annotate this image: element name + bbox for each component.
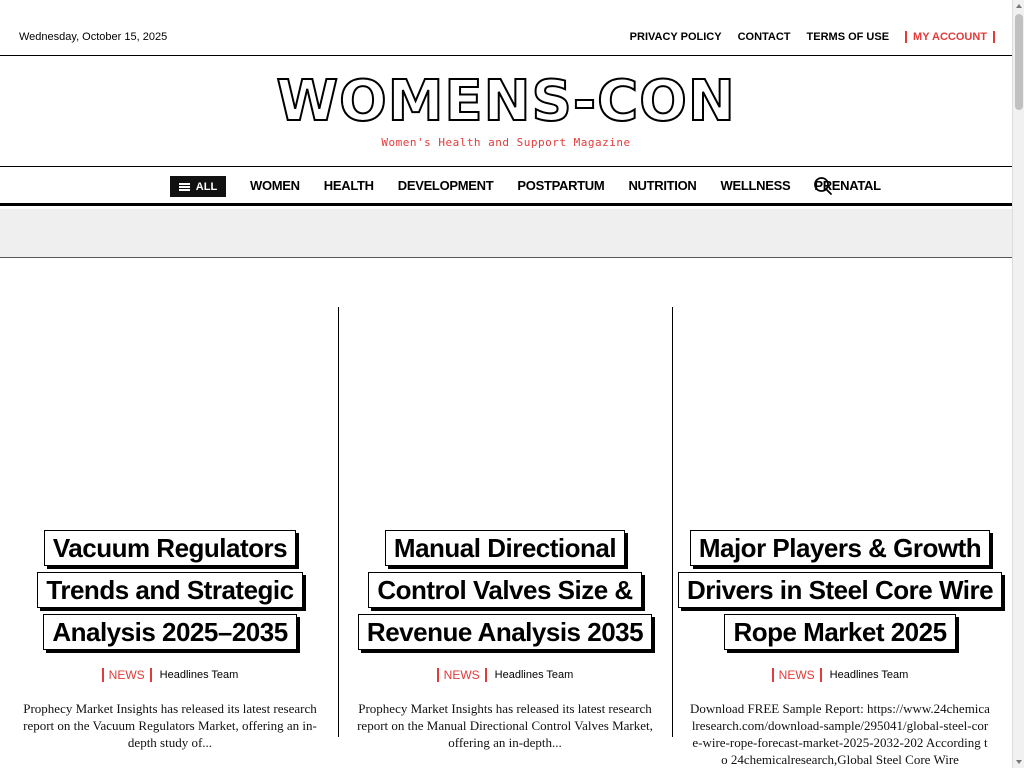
site-tagline: Women's Health and Support Magazine [381, 136, 631, 149]
column-divider [338, 307, 339, 737]
ad-banner [0, 209, 1012, 258]
article-title[interactable]: Major Players & Growth Drivers in Steel … [677, 530, 1003, 656]
all-menu-label: ALL [195, 180, 218, 193]
all-menu-button[interactable]: ALL [170, 176, 226, 197]
article-title[interactable]: Vacuum Regulators Trends and Strategic A… [20, 530, 320, 656]
article-excerpt: Download FREE Sample Report: https://www… [690, 701, 990, 767]
article-title-line: Control Valves Size & [368, 572, 642, 608]
scroll-up-icon[interactable] [1016, 4, 1022, 8]
article-card: Manual Directional Control Valves Size &… [355, 530, 655, 751]
site-logo[interactable]: WOMENS-CON [0, 71, 1012, 133]
hamburger-icon [178, 182, 190, 191]
nav-item-postpartum[interactable]: POSTPARTUM [517, 178, 604, 193]
category-badge[interactable]: NEWS [101, 668, 152, 682]
search-icon[interactable] [813, 176, 833, 196]
contact-link[interactable]: CONTACT [738, 31, 791, 43]
article-title[interactable]: Manual Directional Control Valves Size &… [355, 530, 655, 656]
article-title-line: Manual Directional [384, 530, 626, 566]
top-bar: Wednesday, October 15, 2025 PRIVACY POLI… [0, 0, 1012, 56]
scrollbar-thumb[interactable] [1015, 14, 1023, 110]
article-meta: NEWS Headlines Team [355, 668, 655, 682]
category-badge[interactable]: NEWS [771, 668, 822, 682]
column-divider [672, 307, 673, 737]
masthead: WOMENS-CON Women's Health and Support Ma… [0, 56, 1012, 167]
article-title-line: Analysis 2025–2035 [43, 614, 297, 650]
nav-item-development[interactable]: DEVELOPMENT [398, 178, 494, 193]
nav-item-wellness[interactable]: WELLNESS [721, 178, 791, 193]
scroll-down-icon[interactable] [1016, 760, 1022, 764]
nav-item-women[interactable]: WOMEN [250, 178, 300, 193]
article-title-line: Trends and Strategic [37, 572, 303, 608]
current-date: Wednesday, October 15, 2025 [19, 31, 168, 43]
article-excerpt: Prophecy Market Insights has released it… [23, 701, 317, 750]
page-scrollbar[interactable] [1012, 0, 1024, 768]
my-account-link[interactable]: MY ACCOUNT [905, 31, 995, 43]
nav-items: WOMEN HEALTH DEVELOPMENT POSTPARTUM NUTR… [250, 178, 905, 193]
article-title-line: Revenue Analysis 2035 [357, 614, 653, 650]
top-links: PRIVACY POLICY CONTACT TERMS OF USE MY A… [614, 31, 995, 43]
privacy-policy-link[interactable]: PRIVACY POLICY [630, 31, 722, 43]
category-badge[interactable]: NEWS [436, 668, 487, 682]
article-title-line: Vacuum Regulators [43, 530, 297, 566]
article-title-line: Major Players & Growth [689, 530, 991, 566]
article-card: Major Players & Growth Drivers in Steel … [677, 530, 1003, 768]
article-excerpt: Prophecy Market Insights has released it… [357, 701, 653, 750]
article-card: Vacuum Regulators Trends and Strategic A… [20, 530, 320, 751]
nav-item-nutrition[interactable]: NUTRITION [628, 178, 696, 193]
article-meta: NEWS Headlines Team [20, 668, 320, 682]
main-nav: ALL WOMEN HEALTH DEVELOPMENT POSTPARTUM … [0, 167, 1012, 206]
author-name[interactable]: Headlines Team [495, 669, 574, 681]
article-meta: NEWS Headlines Team [690, 668, 990, 682]
nav-item-health[interactable]: HEALTH [324, 178, 374, 193]
article-title-line: Drivers in Steel Core Wire [677, 572, 1003, 608]
author-name[interactable]: Headlines Team [830, 669, 909, 681]
article-title-line: Rope Market 2025 [724, 614, 956, 650]
author-name[interactable]: Headlines Team [160, 669, 239, 681]
terms-of-use-link[interactable]: TERMS OF USE [807, 31, 890, 43]
